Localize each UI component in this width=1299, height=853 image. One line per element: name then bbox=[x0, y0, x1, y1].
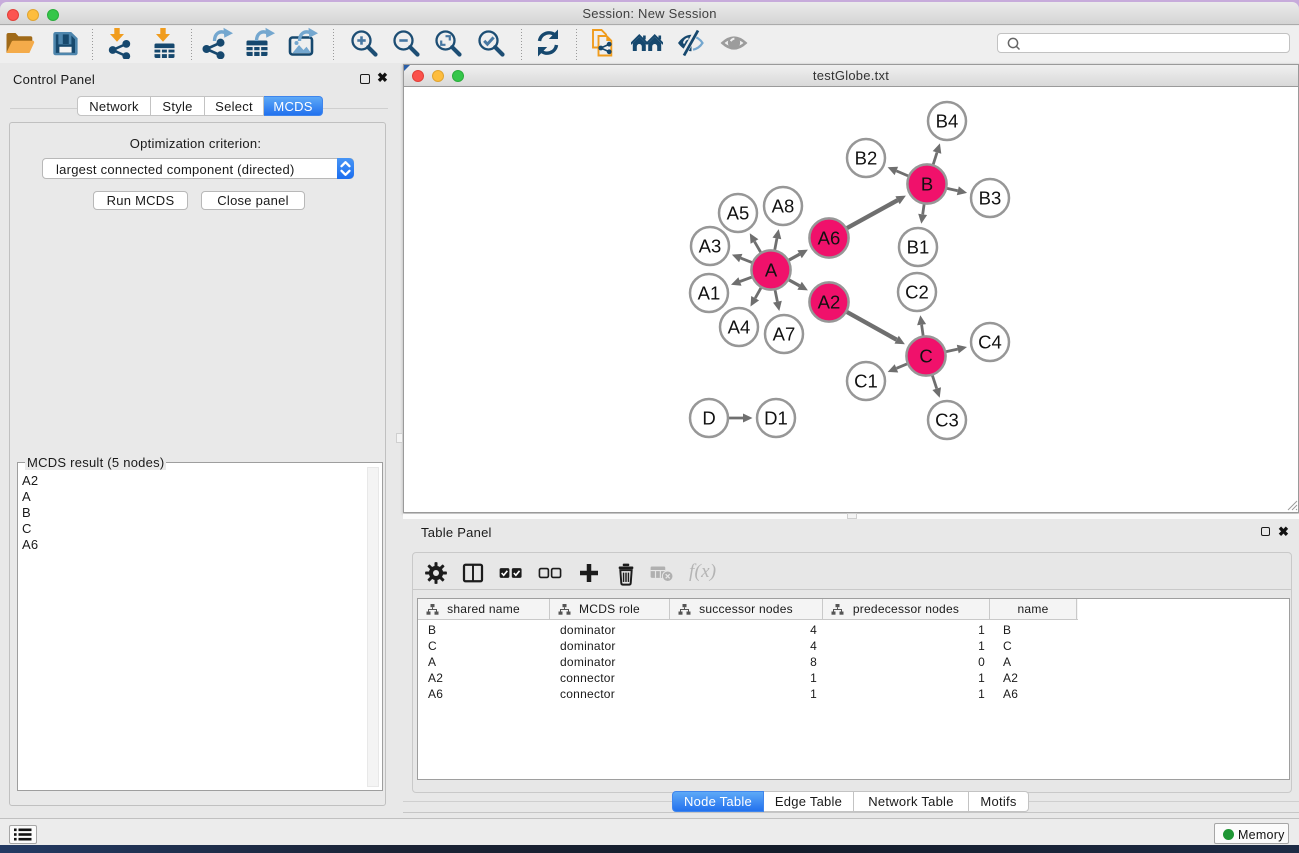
svg-text:B: B bbox=[921, 174, 933, 195]
svg-text:A8: A8 bbox=[772, 196, 795, 217]
svg-text:A5: A5 bbox=[727, 203, 750, 224]
svg-text:D: D bbox=[702, 408, 715, 429]
svg-text:B1: B1 bbox=[907, 237, 930, 258]
svg-text:B3: B3 bbox=[979, 188, 1002, 209]
svg-text:B2: B2 bbox=[855, 148, 878, 169]
svg-text:A7: A7 bbox=[773, 324, 796, 345]
svg-text:C2: C2 bbox=[905, 282, 929, 303]
svg-text:C1: C1 bbox=[854, 371, 878, 392]
svg-text:D1: D1 bbox=[764, 408, 788, 429]
svg-text:A6: A6 bbox=[818, 228, 841, 249]
svg-text:B4: B4 bbox=[936, 111, 959, 132]
svg-text:A2: A2 bbox=[818, 292, 841, 313]
svg-text:A1: A1 bbox=[698, 283, 721, 304]
svg-text:C3: C3 bbox=[935, 410, 959, 431]
svg-text:C4: C4 bbox=[978, 332, 1002, 353]
svg-text:A: A bbox=[765, 260, 778, 281]
svg-text:A3: A3 bbox=[699, 236, 722, 257]
svg-text:C: C bbox=[919, 346, 932, 367]
svg-text:A4: A4 bbox=[728, 317, 751, 338]
